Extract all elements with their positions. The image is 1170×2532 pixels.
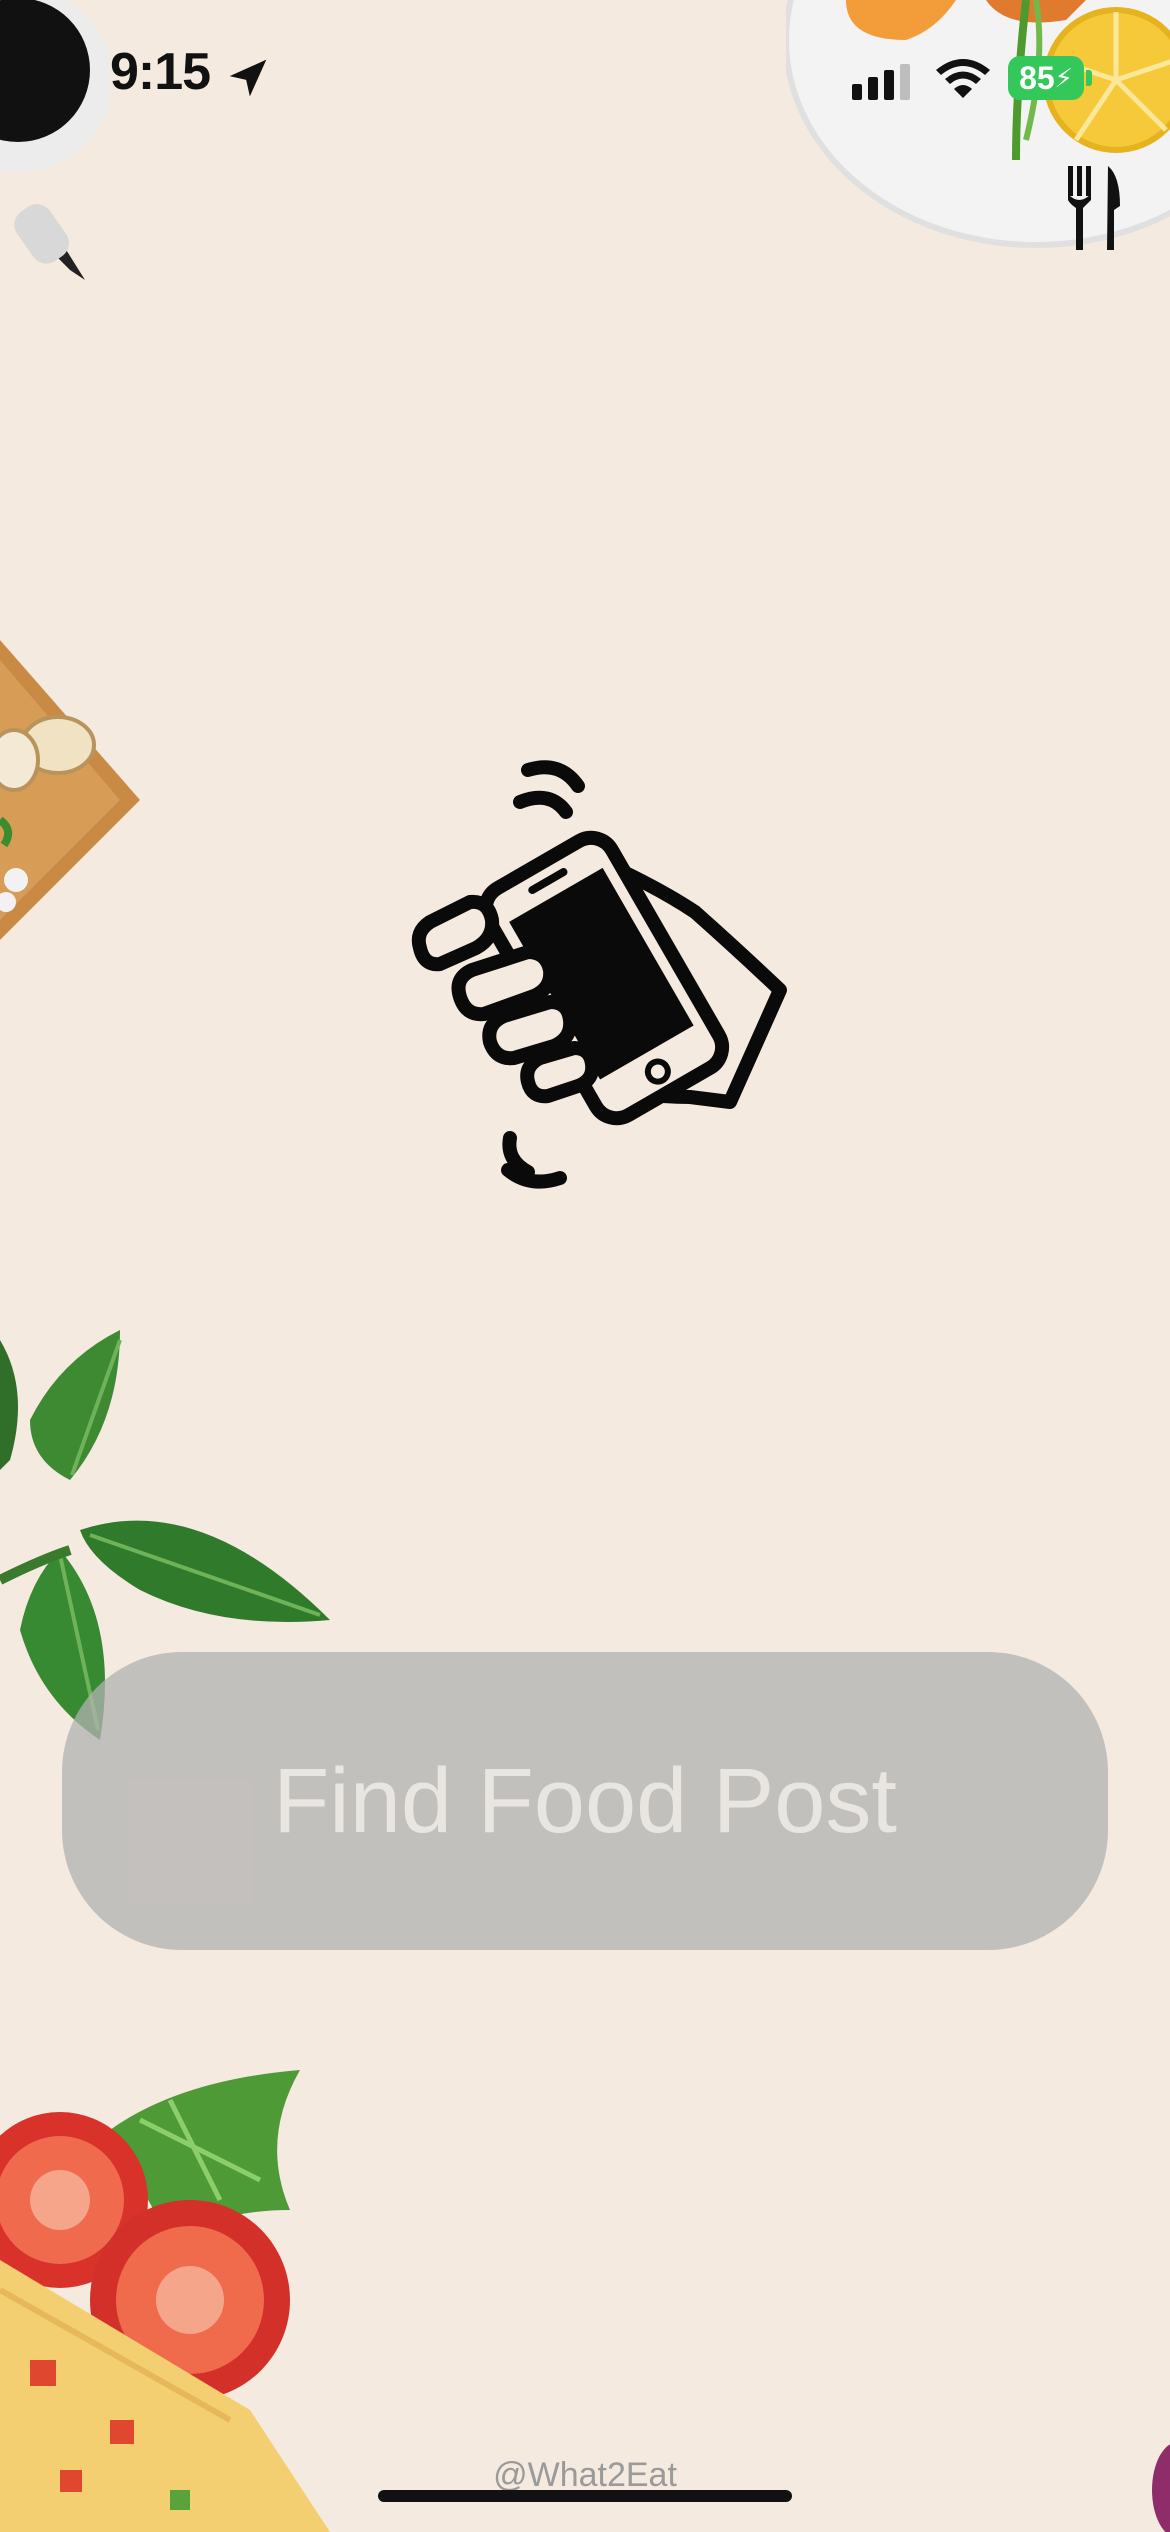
status-time: 9:15	[110, 43, 211, 101]
cutting-board-decoration	[0, 640, 140, 940]
cutlery-icon[interactable]	[1064, 166, 1124, 250]
find-food-post-button[interactable]: Find Food Post	[62, 1652, 1108, 1950]
location-arrow-icon	[229, 59, 267, 97]
cellular-signal-icon	[852, 64, 910, 100]
battery-level: 85	[1019, 59, 1055, 96]
home-indicator[interactable]	[378, 2490, 792, 2502]
wifi-icon	[936, 59, 990, 98]
battery-charging-icon: 85 ⚡	[1008, 56, 1084, 100]
battery-cap	[1086, 70, 1092, 86]
coffee-cup-decoration	[0, 0, 110, 280]
shake-phone-icon	[411, 760, 787, 1189]
